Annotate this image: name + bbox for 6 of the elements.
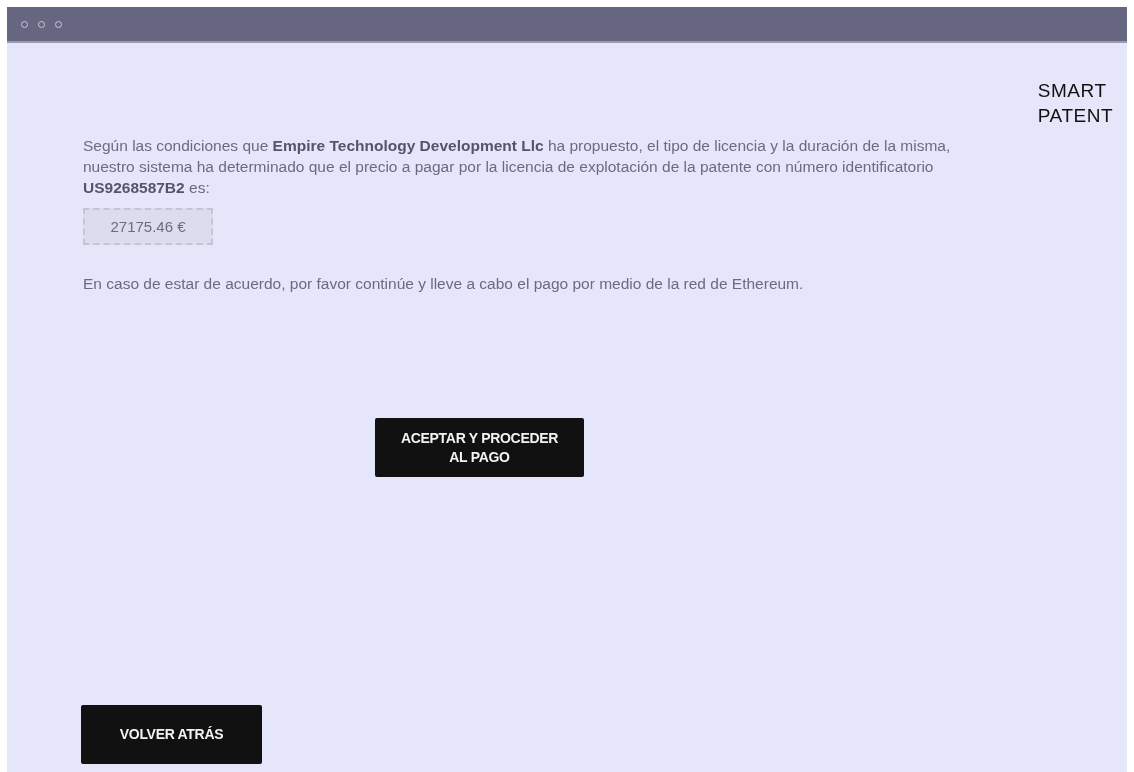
accept-pay-button[interactable]: ACEPTAR Y PROCEDER AL PAGO [375,418,584,477]
logo: SMART PATENT [1037,79,1113,128]
intro-paragraph: Según las condiciones que Empire Technology Development Llc ha propuesto, el tipo de licencia y la duración de la misma, nuestro sistema ha determinado que el precio a pagar por la licencia de explotación de la patente con número identificatorio US9268587B2 es: [83,136,952,198]
back-button[interactable]: VOLVER ATRÁS [81,705,262,764]
payment-note: En caso de estar de acuerdo, por favor continúe y lleve a cabo el pago por medio de la red de Ethereum. [83,274,805,294]
price-field: 27175.46 € [83,208,213,245]
